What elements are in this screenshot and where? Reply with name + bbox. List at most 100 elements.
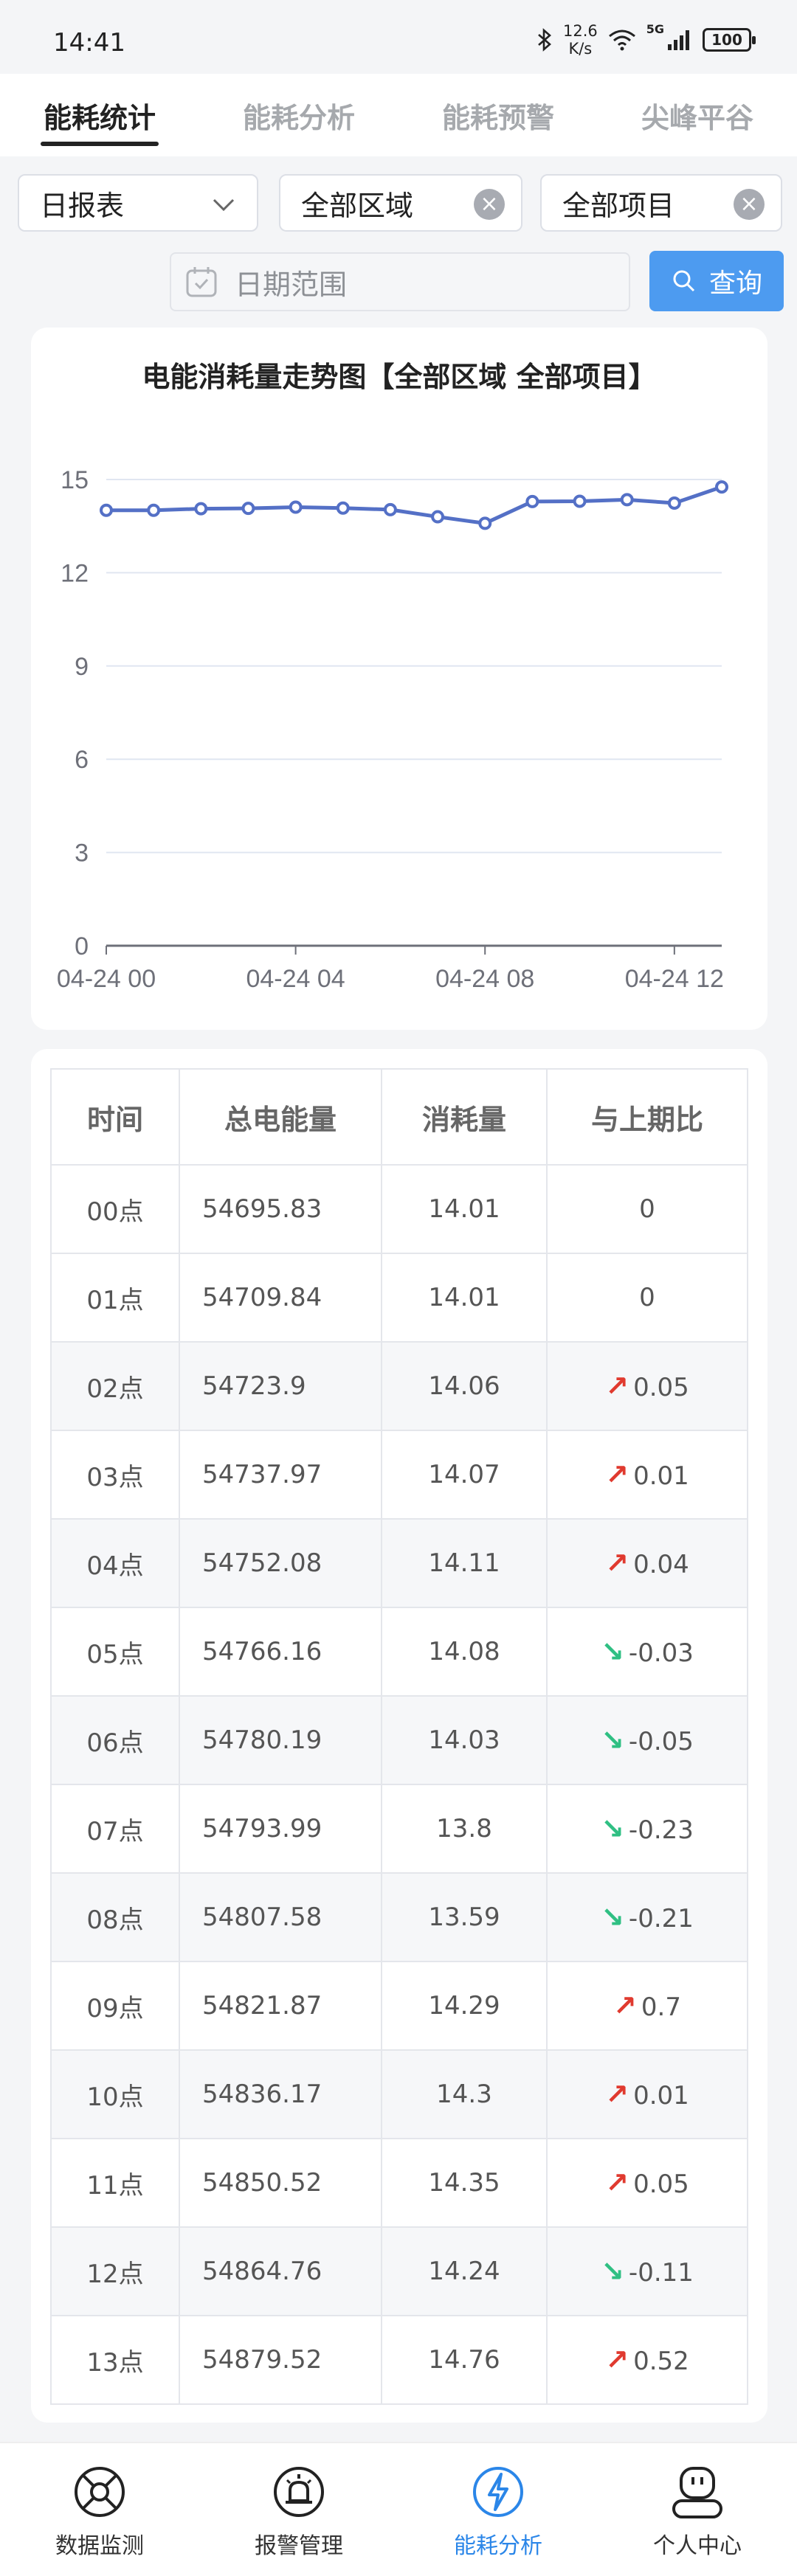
battery-level: 100: [711, 31, 742, 49]
cell-total: 54766.16: [179, 1607, 382, 1697]
cell-time-value: 09点: [86, 1993, 144, 2023]
cell-usage-value: 14.01: [428, 1283, 500, 1312]
nav-label: 数据监测: [55, 2533, 144, 2559]
table-row: 09点 54821.87 14.29 ↗ 0.7: [50, 1961, 748, 2051]
cell-time: 03点: [50, 1430, 180, 1520]
nav-item-data-monitor[interactable]: 数据监测: [0, 2443, 199, 2576]
cell-time-value: 12点: [86, 2259, 144, 2289]
data-point: [478, 516, 492, 530]
cell-change-value: -0.21: [628, 1904, 694, 1933]
cell-usage: 14.35: [381, 2138, 548, 2228]
cell-usage-value: 13.59: [428, 1902, 500, 1932]
status-bar: 14:41 12.6 K/s 5G 100: [0, 0, 797, 74]
query-button[interactable]: 查询: [649, 251, 784, 311]
cell-total-value: 54780.19: [202, 1725, 322, 1755]
cell-usage: 14.76: [381, 2315, 548, 2405]
cell-time-value: 11点: [86, 2170, 144, 2201]
status-icons: 12.6 K/s 5G 100: [536, 22, 756, 58]
data-point: [241, 502, 255, 516]
nav-label: 报警管理: [255, 2533, 343, 2559]
data-point: [667, 496, 681, 510]
cell-change-value: -0.05: [628, 1727, 694, 1756]
network-type: 5G: [646, 22, 664, 36]
cell-time-value: 06点: [86, 1728, 144, 1758]
tab-peak-valley[interactable]: 尖峰平谷: [598, 74, 797, 156]
cell-change-value: 0: [639, 1194, 655, 1224]
arrow-down-icon: ↘: [601, 1901, 624, 1933]
table-row: 04点 54752.08 14.11 ↗ 0.04: [50, 1518, 748, 1608]
cell-time-value: 02点: [86, 1374, 144, 1404]
cell-usage-value: 13.8: [436, 1814, 492, 1843]
tab-energy-analysis[interactable]: 能耗分析: [199, 74, 398, 156]
x-tick-label: 04-24 00: [57, 965, 156, 993]
arrow-down-icon: ↘: [601, 2255, 624, 2288]
data-point: [147, 503, 161, 517]
data-point: [431, 510, 445, 524]
table-row: 08点 54807.58 13.59 ↘ -0.21: [50, 1872, 748, 1962]
table-row: 07点 54793.99 13.8 ↘ -0.23: [50, 1784, 748, 1874]
data-point: [336, 501, 350, 515]
clear-project-icon[interactable]: ×: [734, 189, 765, 220]
cell-change-value: 0.01: [633, 2081, 689, 2111]
bottom-nav: 数据监测 报警管理 能耗分析 个人中心: [0, 2442, 797, 2576]
cell-total: 54737.97: [179, 1430, 382, 1520]
bluetooth-icon: [538, 28, 551, 52]
cell-change: ↗ 0.01: [546, 2049, 748, 2139]
cell-usage-value: 14.01: [428, 1194, 500, 1224]
cell-usage-value: 14.06: [428, 1371, 500, 1401]
cell-total-value: 54752.08: [202, 1548, 322, 1578]
tab-energy-warning[interactable]: 能耗预警: [398, 74, 598, 156]
cell-time: 13点: [50, 2315, 180, 2405]
x-tick-label: 04-24 04: [246, 965, 345, 993]
energy-table: 时间 总电能量 消耗量 与上期比 00点 54695.83 14.01 0 01点 547…: [50, 1068, 748, 2405]
cell-change-value: 0.05: [633, 2170, 689, 2199]
header-usage: 消耗量: [381, 1068, 548, 1166]
date-range-input[interactable]: 日期范围: [170, 252, 630, 311]
line-chart: 0 3 6 9 12 15 04-24 00 04-24 04 04-24 08 04-24 12: [57, 466, 728, 993]
table-row: 03点 54737.97 14.07 ↗ 0.01: [50, 1430, 748, 1520]
nav-item-energy-analysis[interactable]: 能耗分析: [398, 2443, 598, 2576]
cell-total-value: 54723.9: [202, 1371, 306, 1401]
y-tick-label: 3: [75, 839, 89, 868]
table-row: 10点 54836.17 14.3 ↗ 0.01: [50, 2049, 748, 2139]
cell-usage: 14.24: [381, 2226, 548, 2316]
cell-usage-value: 14.24: [428, 2257, 500, 2286]
cell-time: 05点: [50, 1607, 180, 1697]
y-tick-label: 0: [75, 932, 89, 960]
cell-time: 09点: [50, 1961, 180, 2051]
project-select[interactable]: 全部项目 ×: [540, 174, 782, 232]
cell-change-value: 0: [639, 1283, 655, 1312]
tab-energy-statistics[interactable]: 能耗统计: [0, 74, 199, 156]
cell-usage: 14.11: [381, 1518, 548, 1608]
y-tick-label: 12: [61, 559, 89, 587]
cell-change-value: 0.52: [633, 2347, 689, 2376]
arrow-down-icon: ↘: [601, 1724, 624, 1756]
search-icon: [673, 270, 695, 292]
nav-label: 个人中心: [653, 2533, 742, 2559]
cell-usage-value: 14.07: [428, 1460, 500, 1489]
data-point: [383, 502, 397, 516]
cell-time: 08点: [50, 1872, 180, 1962]
report-type-select[interactable]: 日报表: [18, 174, 258, 232]
area-select[interactable]: 全部区域 ×: [279, 174, 522, 232]
nav-item-alarm[interactable]: 报警管理: [199, 2443, 398, 2576]
cell-time-value: 10点: [86, 2082, 144, 2112]
cell-change: ↗ 0.05: [546, 1341, 748, 1431]
x-tick-label: 04-24 12: [625, 965, 724, 993]
cell-usage: 14.03: [381, 1695, 548, 1785]
signal-icon: [668, 30, 689, 50]
arrow-down-icon: ↘: [601, 1635, 624, 1668]
cell-usage-value: 14.08: [428, 1637, 500, 1666]
data-point: [715, 480, 728, 494]
cell-time-value: 00点: [86, 1197, 144, 1227]
cell-time: 01点: [50, 1253, 180, 1343]
cell-change-value: 0.04: [633, 1550, 689, 1579]
nav-item-profile[interactable]: 个人中心: [598, 2443, 797, 2576]
top-tabs: 能耗统计 能耗分析 能耗预警 尖峰平谷: [0, 74, 797, 156]
cell-change-value: 0.7: [641, 1992, 681, 2022]
arrow-up-icon: ↗: [605, 2078, 629, 2111]
clear-area-icon[interactable]: ×: [474, 189, 505, 220]
calendar-icon: [186, 267, 217, 297]
cell-time-value: 04点: [86, 1551, 144, 1581]
data-point: [573, 494, 587, 508]
